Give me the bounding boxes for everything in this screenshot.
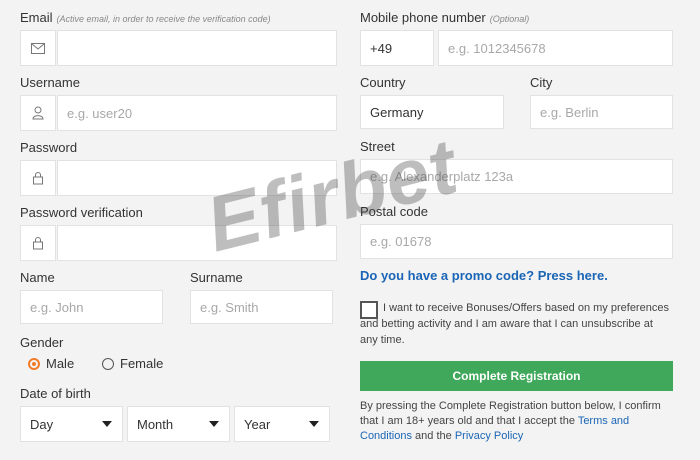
gender-female-label: Female	[120, 356, 164, 371]
terms-text-middle: and the	[411, 430, 455, 442]
phone-prefix-select[interactable]: +49	[360, 30, 434, 66]
chevron-down-icon	[209, 421, 219, 427]
dob-day-select[interactable]: Day	[20, 406, 123, 442]
postal-label: Postal code	[360, 204, 428, 219]
password-icon-cell	[20, 160, 56, 196]
phone-input[interactable]: e.g. 1012345678	[438, 30, 673, 66]
radio-selected-icon	[28, 357, 40, 370]
username-icon-cell	[20, 95, 56, 131]
complete-registration-button[interactable]: Complete Registration	[360, 361, 673, 391]
chevron-down-icon	[309, 421, 319, 427]
dob-day-value: Day	[30, 416, 54, 432]
name-input[interactable]: e.g. John	[20, 290, 163, 324]
email-input[interactable]	[57, 30, 337, 66]
envelope-icon	[31, 42, 45, 54]
name-label: Name	[20, 270, 55, 285]
dob-month-select[interactable]: Month	[127, 406, 230, 442]
user-icon	[32, 106, 44, 120]
phone-hint: (Optional)	[489, 14, 530, 24]
promo-code-link[interactable]: Do you have a promo code? Press here.	[360, 268, 608, 283]
privacy-policy-link[interactable]: Privacy Policy	[455, 430, 523, 442]
street-input[interactable]: e.g. Alexanderplatz 123a	[360, 159, 673, 194]
username-label: Username	[20, 75, 80, 90]
email-hint: (Active email, in order to receive the v…	[56, 14, 271, 24]
country-label: Country	[360, 75, 406, 90]
surname-label: Surname	[190, 270, 243, 285]
dob-year-value: Year	[244, 416, 271, 432]
city-input[interactable]: e.g. Berlin	[530, 95, 673, 129]
password-verification-label: Password verification	[20, 205, 143, 220]
country-select[interactable]: Germany	[360, 95, 504, 129]
username-input[interactable]: e.g. user20	[57, 95, 337, 131]
radio-unselected-icon	[102, 357, 114, 370]
password-verification-input[interactable]	[57, 225, 337, 261]
postal-input[interactable]: e.g. 01678	[360, 224, 673, 259]
dob-year-select[interactable]: Year	[234, 406, 330, 442]
lock-icon	[33, 237, 43, 250]
chevron-down-icon	[102, 421, 112, 427]
gender-male-label: Male	[46, 356, 75, 371]
email-icon-cell	[20, 30, 56, 66]
lock-icon	[33, 172, 43, 185]
email-label: Email (Active email, in order to receive …	[20, 10, 271, 25]
terms-text: By pressing the Complete Registration bu…	[360, 399, 675, 444]
phone-label: Mobile phone number (Optional)	[360, 10, 530, 25]
password-verification-icon-cell	[20, 225, 56, 261]
password-input[interactable]	[57, 160, 337, 196]
dob-month-value: Month	[137, 416, 174, 432]
consent-text: I want to receive Bonuses/Offers based o…	[360, 302, 669, 346]
dob-label: Date of birth	[20, 386, 91, 401]
gender-option-male[interactable]: Male	[28, 356, 74, 371]
gender-option-female[interactable]: Female	[102, 356, 163, 371]
city-label: City	[530, 75, 553, 90]
surname-input[interactable]: e.g. Smith	[190, 290, 333, 324]
password-label: Password	[20, 140, 78, 155]
gender-label: Gender	[20, 335, 64, 350]
street-label: Street	[360, 139, 395, 154]
